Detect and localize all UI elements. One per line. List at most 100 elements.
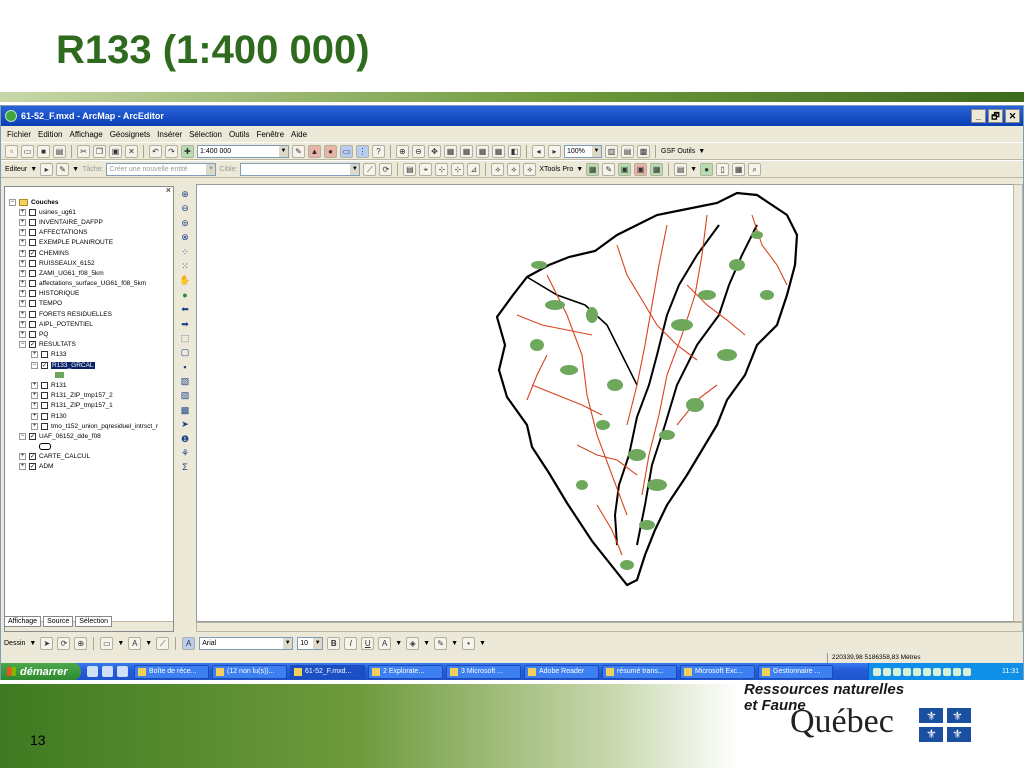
quick-launch-word-icon[interactable]	[117, 666, 128, 677]
expand-icon[interactable]: +	[31, 402, 38, 410]
zoom-out-icon[interactable]: ⊖	[179, 202, 192, 214]
close-icon[interactable]: ×	[166, 185, 171, 195]
xtools-pen-icon[interactable]: ✎	[602, 162, 616, 176]
pointer-icon[interactable]: ➤	[179, 418, 192, 430]
layer-checkbox[interactable]	[41, 392, 48, 400]
layer-checkbox[interactable]	[29, 290, 36, 298]
menu-outils[interactable]: Outils	[229, 130, 249, 139]
map-horizontal-scrollbar[interactable]	[196, 622, 1023, 632]
add-data-icon[interactable]: ✚	[181, 144, 194, 158]
layer-checkbox[interactable]: ✓	[41, 361, 48, 369]
collapse-icon[interactable]: −	[19, 341, 26, 349]
map-display[interactable]	[196, 184, 1014, 622]
fixed-zoom-out-icon[interactable]: ▦	[492, 144, 505, 158]
layer-item[interactable]: + ✓ ADM	[5, 462, 173, 472]
taskbar-item[interactable]: Gestionnaire ...	[758, 664, 833, 679]
rotate-tool-icon[interactable]: ⟳	[379, 162, 393, 176]
expand-icon[interactable]: +	[19, 208, 26, 216]
expand-icon[interactable]: +	[19, 300, 26, 308]
layer-item[interactable]: + AFFECTATIONS	[5, 228, 173, 238]
clear-selection-icon[interactable]: ▢	[179, 346, 192, 358]
font-combo[interactable]: Arial ▼	[199, 636, 294, 650]
taskbar-item[interactable]: 2 Explorate...	[368, 664, 443, 679]
layer-group-root[interactable]: − Couches	[5, 197, 173, 207]
cut-icon[interactable]: ✂	[77, 144, 90, 158]
expand-icon[interactable]: +	[19, 269, 26, 277]
topology-fix-icon[interactable]: ⟡	[523, 162, 537, 176]
go-back-extent-icon[interactable]: ◧	[508, 144, 521, 158]
xtools-shape-icon[interactable]: ▣	[618, 162, 632, 176]
layout-zoom-out-icon[interactable]: ⊖	[412, 144, 425, 158]
sublayer-item[interactable]: − ✓ R133_GRCAL	[5, 360, 173, 370]
sublayer-item[interactable]: + R131_ZIP_tmp157_1	[5, 401, 173, 411]
layer-checkbox[interactable]	[29, 239, 36, 247]
layer-checkbox[interactable]	[29, 269, 36, 277]
layer-item[interactable]: + AIPL_POTENTIEL	[5, 319, 173, 329]
collapse-icon[interactable]: −	[31, 361, 38, 369]
topology-edit-icon[interactable]: ⟡	[507, 162, 521, 176]
copy-icon[interactable]: ❐	[93, 144, 106, 158]
layer-checkbox[interactable]: ✓	[29, 432, 36, 440]
tab-affichage[interactable]: Affichage	[4, 616, 42, 627]
zoom-full-icon[interactable]: ⊚	[179, 217, 192, 229]
zoom-to-elements-icon[interactable]: ⊕	[74, 636, 88, 650]
minimize-button[interactable]: _	[971, 109, 986, 123]
layer-item[interactable]: + HISTORIQUE	[5, 289, 173, 299]
toggle-draft-icon[interactable]: ▥	[605, 144, 618, 158]
vertex-icon[interactable]: ⊹	[435, 162, 449, 176]
expand-icon[interactable]: +	[19, 259, 26, 267]
layer-item[interactable]: + TEMPO	[5, 299, 173, 309]
full-extent-icon[interactable]: ●	[179, 289, 192, 301]
back-arrow-icon[interactable]: ⬅	[179, 303, 192, 315]
taskbar-item[interactable]: Boîte de réce...	[134, 664, 209, 679]
info-icon[interactable]: ●	[700, 162, 714, 176]
layer-item[interactable]: + EXEMPLE PLANIROUTE	[5, 238, 173, 248]
tray-icon[interactable]	[883, 667, 891, 676]
expand-icon[interactable]: +	[31, 381, 38, 389]
close-button[interactable]: ✕	[1005, 109, 1020, 123]
expand-icon[interactable]: +	[19, 218, 26, 226]
select-elements-icon[interactable]: ▪	[179, 361, 192, 373]
xtools-map-icon[interactable]: ▦	[732, 162, 746, 176]
forward-arrow-icon[interactable]: ➡	[179, 318, 192, 330]
layer-checkbox[interactable]: ✓	[29, 453, 36, 461]
whats-this-icon[interactable]: ?	[372, 144, 385, 158]
layer-checkbox[interactable]	[29, 300, 36, 308]
rotate-icon[interactable]: ⟳	[57, 636, 71, 650]
undo-icon[interactable]: ↶	[149, 144, 162, 158]
quick-launch-outlook-icon[interactable]	[102, 666, 113, 677]
layout-zoom-in-icon[interactable]: ⊕	[396, 144, 409, 158]
next-extent-icon[interactable]: ▸	[548, 144, 561, 158]
taskbar-item-active[interactable]: 61-52_F.mxd...	[290, 664, 365, 679]
taskbar-item[interactable]: résumé trans...	[602, 664, 677, 679]
delete-icon[interactable]: ✕	[125, 144, 138, 158]
task-combo[interactable]: Créer une nouvelle entité ▼	[106, 162, 217, 176]
layer-checkbox[interactable]	[29, 229, 36, 237]
layer-checkbox[interactable]	[29, 280, 36, 288]
map-scale-combo[interactable]: 1:400 000 ▼	[197, 144, 289, 158]
arctoolbox-icon[interactable]: ▲	[308, 144, 321, 158]
fixed-zoom-out-icon[interactable]: ⁙	[179, 260, 192, 272]
editor-toolbar-icon[interactable]: ✎	[292, 144, 305, 158]
tray-icon[interactable]	[913, 667, 921, 676]
fixed-zoom-in-icon[interactable]: ⁘	[179, 246, 192, 258]
attributes-icon[interactable]: ▤	[403, 162, 417, 176]
menu-fichier[interactable]: Fichier	[7, 130, 31, 139]
layer-item[interactable]: − ✓ UAF_06152_dde_f08	[5, 431, 173, 441]
sketch-tool-icon[interactable]: ✎	[56, 162, 70, 176]
menu-edition[interactable]: Edition	[38, 130, 62, 139]
expand-icon[interactable]: +	[31, 412, 38, 420]
layer-checkbox[interactable]	[29, 320, 36, 328]
font-size-combo[interactable]: 10 ▼	[297, 636, 324, 650]
pan-icon[interactable]: ✋	[179, 274, 192, 286]
zoom-layer-icon[interactable]: ⊗	[179, 231, 192, 243]
layer-checkbox[interactable]	[41, 422, 48, 430]
edit-vertices-icon[interactable]: ⟋	[156, 636, 170, 650]
expand-icon[interactable]: +	[19, 331, 26, 339]
menu-affichage[interactable]: Affichage	[69, 130, 102, 139]
dessin-menu[interactable]: Dessin	[4, 640, 25, 647]
taskbar-item[interactable]: 3 Microsoft ...	[446, 664, 521, 679]
menu-geosignets[interactable]: Géosignets	[110, 130, 150, 139]
quick-launch-ie-icon[interactable]	[87, 666, 98, 677]
expand-icon[interactable]: +	[19, 453, 26, 461]
